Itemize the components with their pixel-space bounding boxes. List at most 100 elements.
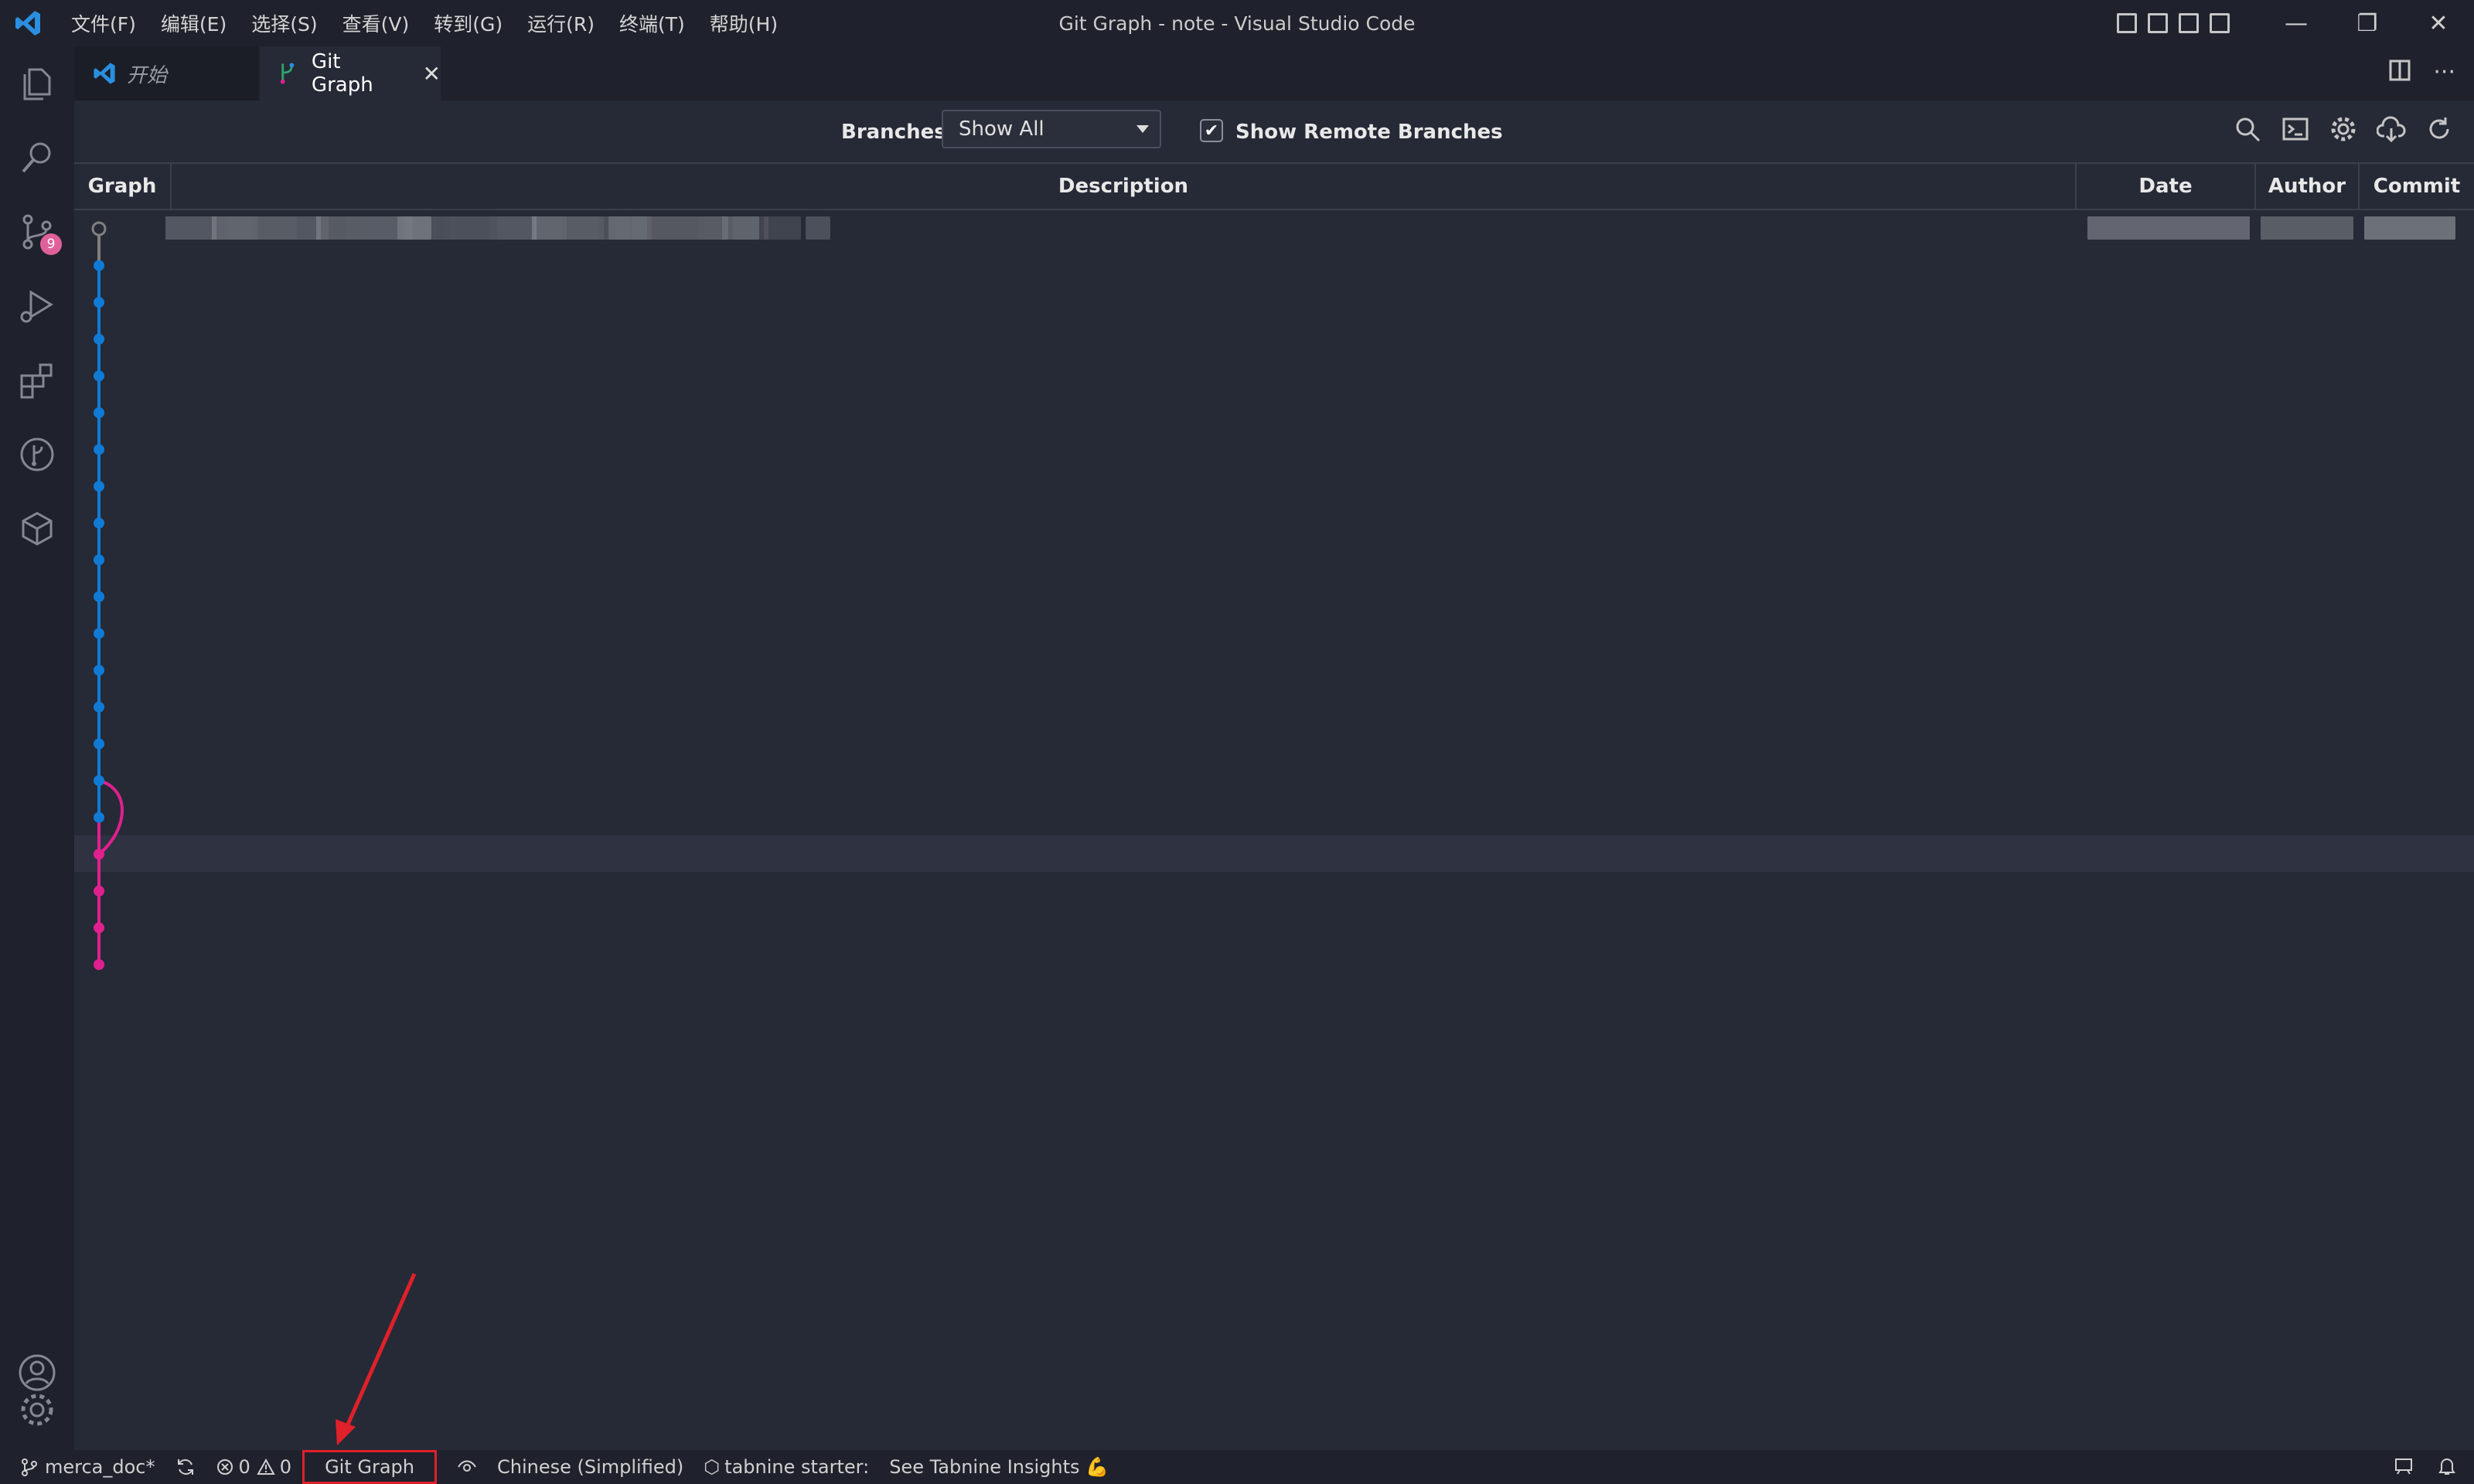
commit-row[interactable] [74,468,2474,504]
commit-row[interactable] [74,873,2474,909]
search-icon[interactable] [2233,114,2262,144]
uncommitted-changes-node[interactable] [91,221,107,237]
search-icon[interactable] [0,121,74,195]
terminal-icon[interactable] [2281,114,2310,144]
commit-row[interactable] [74,615,2474,652]
menu-help[interactable]: 帮助(H) [710,9,778,37]
settings-gear-icon[interactable] [0,1373,74,1447]
commit-node[interactable] [94,444,104,455]
commit-row[interactable] [74,578,2474,614]
commit-node[interactable] [94,370,104,382]
run-debug-icon[interactable] [0,269,74,343]
commit-row[interactable] [74,725,2474,761]
commit-row[interactable] [74,321,2474,357]
more-actions-icon[interactable]: ··· [2433,59,2455,86]
tab-git-graph[interactable]: Git Graph ✕ [260,46,441,100]
commit-row[interactable] [74,836,2474,873]
close-tab-icon[interactable]: ✕ [423,61,441,87]
commit-node[interactable] [94,738,104,750]
menu-bar: 文件(F) 编辑(E) 选择(S) 查看(V) 转到(G) 运行(R) 终端(T… [59,9,790,37]
tabnine-label: tabnine starter: [724,1456,870,1478]
menu-go[interactable]: 转到(G) [434,9,503,37]
column-header-author[interactable]: Author [2256,164,2360,209]
commit-node[interactable] [94,665,104,676]
commit-node[interactable] [94,922,104,934]
notifications-bell-icon[interactable] [2437,1456,2457,1476]
menu-selection[interactable]: 选择(S) [251,9,317,37]
minimize-button[interactable]: — [2261,0,2332,46]
commit-node[interactable] [94,481,104,492]
column-header-graph[interactable]: Graph [74,164,172,209]
commit-node[interactable] [94,701,104,713]
status-branch[interactable]: merca_doc* [20,1456,155,1478]
commit-row[interactable] [74,946,2474,982]
commit-row[interactable] [74,799,2474,836]
menu-terminal[interactable]: 终端(T) [619,9,685,37]
close-window-button[interactable]: ✕ [2403,0,2474,46]
menu-file[interactable]: 文件(F) [71,9,136,37]
sync-button[interactable] [175,1457,196,1477]
toggle-panel-icon[interactable] [2148,13,2168,33]
commit-row[interactable] [74,909,2474,945]
commit-row[interactable] [74,284,2474,320]
commit-node[interactable] [94,849,104,860]
tabnine-status[interactable]: ⬡ tabnine starter: [704,1456,869,1478]
menu-run[interactable]: 运行(R) [527,9,595,37]
column-header-date[interactable]: Date [2077,164,2256,209]
warning-count: 0 [279,1456,292,1478]
git-graph-status-button[interactable]: Git Graph [302,1450,437,1484]
error-icon [216,1459,233,1475]
commit-row[interactable] [74,689,2474,725]
commit-node[interactable] [94,591,104,602]
menu-edit[interactable]: 编辑(E) [161,9,227,37]
remote-explorer-icon[interactable] [0,492,74,566]
live-preview-button[interactable] [457,1459,477,1475]
toggle-primary-sidebar-icon[interactable] [2117,13,2137,33]
commit-node[interactable] [94,775,104,786]
branches-dropdown[interactable]: Show All [942,110,1161,148]
refresh-icon[interactable] [2425,114,2454,144]
tab-welcome[interactable]: 开始 [74,46,258,100]
commit-row[interactable] [74,652,2474,688]
branch-icon [22,1458,37,1476]
toggle-secondary-sidebar-icon[interactable] [2179,13,2199,33]
commit-row[interactable] [74,541,2474,577]
commit-node[interactable] [94,959,104,970]
fetch-icon[interactable] [2377,114,2406,144]
commit-node[interactable] [94,554,104,566]
menu-view[interactable]: 查看(V) [342,9,410,37]
commit-node[interactable] [94,885,104,897]
problems-button[interactable]: 0 0 [216,1456,292,1478]
commit-row[interactable] [74,357,2474,393]
commit-node[interactable] [94,297,104,308]
show-remote-checkbox[interactable]: ✔ [1200,119,1223,142]
commit-row[interactable] [74,247,2474,284]
split-editor-icon[interactable] [2388,59,2411,82]
tabnine-icon: ⬡ [704,1456,721,1478]
scm-badge: 9 [40,233,62,255]
tabnine-insights-link[interactable]: See Tabnine Insights 💪 [889,1456,1109,1478]
customize-layout-icon[interactable] [2210,13,2230,33]
git-graph-icon[interactable] [0,417,74,492]
status-bar: merca_doc* 0 0 Git Graph Chinese (Simpli… [0,1450,2474,1484]
commit-row[interactable] [74,505,2474,541]
feedback-icon[interactable] [2394,1456,2414,1476]
extensions-icon[interactable] [0,343,74,417]
commit-row[interactable] [74,762,2474,798]
explorer-icon[interactable] [0,46,74,121]
column-header-description[interactable]: Description [172,164,2077,209]
settings-icon[interactable] [2329,114,2358,144]
source-control-icon[interactable]: 9 [0,195,74,269]
commit-row[interactable] [74,394,2474,431]
commit-node[interactable] [94,333,104,345]
commit-node[interactable] [94,812,104,823]
commit-node[interactable] [94,517,104,529]
column-header-commit[interactable]: Commit [2360,164,2474,209]
commit-row[interactable] [74,431,2474,468]
commit-node[interactable] [94,407,104,418]
commit-node[interactable] [94,260,104,271]
tab-label: Git Graph [311,50,373,97]
commit-node[interactable] [94,628,104,639]
restore-button[interactable]: ❐ [2332,0,2403,46]
language-indicator[interactable]: Chinese (Simplified) [497,1456,683,1478]
